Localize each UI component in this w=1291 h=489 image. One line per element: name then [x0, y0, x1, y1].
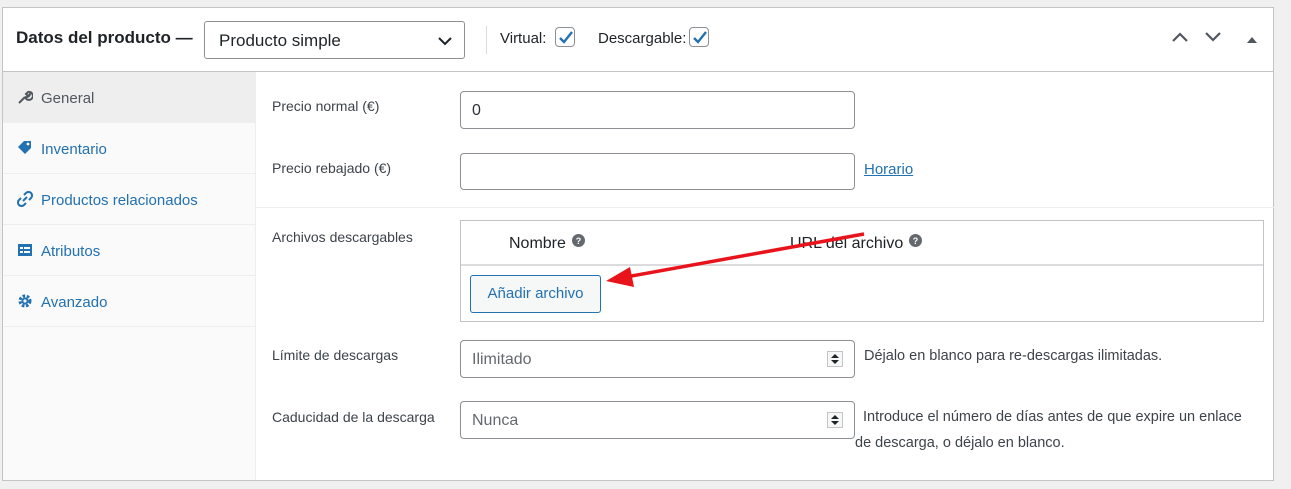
column-name: Nombre?	[509, 233, 585, 253]
checkmark-icon	[559, 31, 573, 44]
downloadable-files-header: Nombre? URL del archivo?	[461, 221, 1263, 266]
product-type-select[interactable]: Producto simple	[204, 21, 465, 59]
tab-productos-relacionados[interactable]: Productos relacionados	[3, 174, 255, 225]
sale-price-label: Precio rebajado (€)	[272, 160, 392, 176]
help-icon[interactable]: ?	[909, 233, 923, 252]
svg-text:?: ?	[576, 236, 582, 246]
number-stepper-icon[interactable]	[827, 351, 843, 372]
tab-general[interactable]: General	[3, 72, 255, 123]
wrench-icon	[17, 89, 34, 110]
download-expiry-input[interactable]: Nunca	[460, 401, 855, 439]
downloadable-label: Descargable:	[598, 30, 687, 47]
tab-label: Productos relacionados	[41, 192, 198, 209]
checkmark-icon	[693, 31, 707, 44]
download-expiry-placeholder: Nunca	[472, 412, 519, 429]
link-icon	[16, 190, 34, 212]
regular-price-value: 0	[472, 102, 481, 119]
tab-label: Atributos	[41, 243, 101, 260]
header-separator	[486, 26, 487, 54]
download-limit-input[interactable]: Ilimitado	[460, 340, 855, 378]
panel-title: Datos del producto —	[16, 28, 193, 47]
download-limit-hint: Déjalo en blanco para re-descargas ilimi…	[864, 348, 1163, 364]
downloadable-checkbox[interactable]	[689, 27, 709, 47]
tab-label: Avanzado	[41, 294, 108, 311]
tab-atributos[interactable]: Atributos	[3, 225, 255, 276]
downloadable-files-label: Archivos descargables	[272, 229, 413, 245]
download-expiry-label: Caducidad de la descarga	[272, 409, 435, 425]
regular-price-label: Precio normal (€)	[272, 98, 380, 114]
number-stepper-icon[interactable]	[827, 412, 843, 433]
section-divider	[256, 207, 1274, 208]
tab-avanzado[interactable]: Avanzado	[3, 276, 255, 327]
product-data-header: Datos del producto — Producto simple Vir…	[3, 8, 1273, 72]
product-data-tabs: General Inventario Productos relacionado…	[3, 72, 256, 480]
collapse-panel-button[interactable]	[1246, 32, 1258, 50]
downloadable-files-table: Nombre? URL del archivo? Añadir archivo	[460, 220, 1264, 322]
column-name-label: Nombre	[509, 235, 566, 252]
move-up-button[interactable]	[1171, 30, 1189, 49]
tab-label: General	[41, 90, 95, 107]
virtual-checkbox[interactable]	[555, 27, 575, 47]
help-icon[interactable]: ?	[571, 233, 585, 252]
move-down-button[interactable]	[1204, 30, 1222, 49]
column-file-url-label: URL del archivo	[790, 235, 904, 252]
tab-inventario[interactable]: Inventario	[3, 123, 255, 174]
chevron-down-icon	[1205, 32, 1221, 42]
download-expiry-hint: Introduce el número de días antes de que…	[855, 409, 1242, 451]
add-file-button[interactable]: Añadir archivo	[470, 275, 601, 313]
triangle-up-icon	[1247, 37, 1257, 43]
svg-text:?: ?	[913, 236, 919, 246]
chevron-up-icon	[1172, 32, 1188, 42]
virtual-label: Virtual:	[500, 30, 547, 47]
list-table-icon	[17, 242, 33, 263]
tab-label: Inventario	[41, 141, 107, 158]
download-limit-placeholder: Ilimitado	[472, 351, 532, 368]
product-data-panel: Datos del producto — Producto simple Vir…	[2, 7, 1274, 481]
gear-icon	[17, 293, 33, 314]
regular-price-input[interactable]: 0	[460, 91, 855, 129]
column-file-url: URL del archivo?	[790, 233, 923, 253]
download-limit-label: Límite de descargas	[272, 347, 399, 363]
schedule-link[interactable]: Horario	[864, 161, 913, 178]
tag-icon	[17, 140, 33, 161]
product-type-value: Producto simple	[219, 31, 341, 50]
sale-price-input[interactable]	[460, 153, 855, 190]
chevron-down-icon	[438, 33, 452, 53]
